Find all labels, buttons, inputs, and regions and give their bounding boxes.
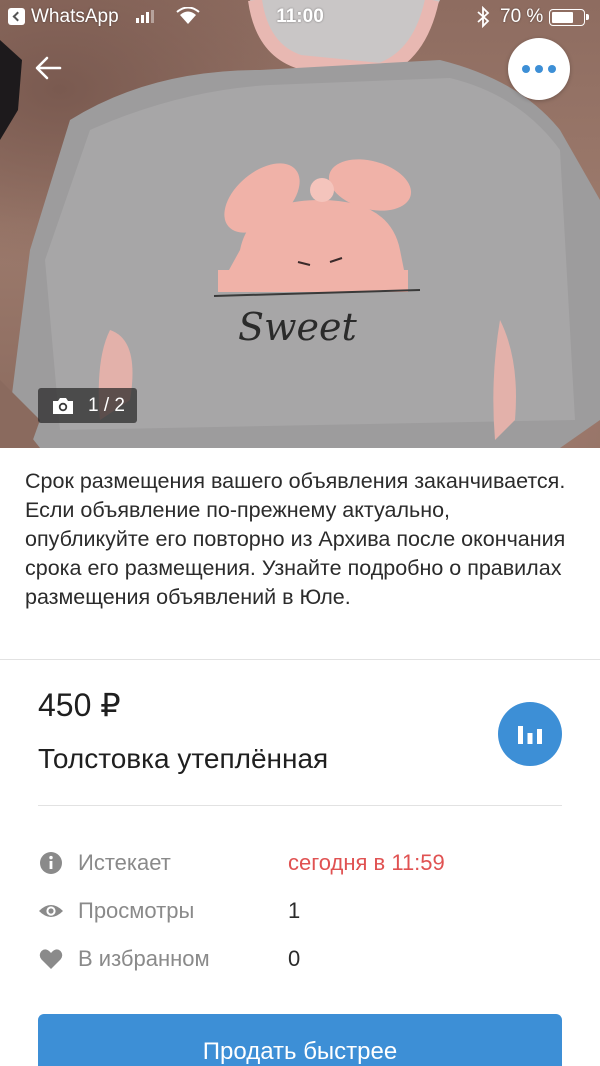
photo-counter: 1 / 2: [38, 388, 137, 423]
battery-percent: 70 %: [500, 6, 544, 27]
bar-chart-icon: [518, 726, 542, 744]
more-options-button[interactable]: [508, 38, 570, 100]
more-dot-icon: [548, 65, 556, 73]
info-icon: [40, 852, 62, 874]
views-label: Просмотры: [78, 898, 195, 923]
heart-icon: [39, 949, 63, 969]
photo-counter-text: 1 / 2: [88, 394, 125, 416]
divider: [38, 805, 562, 806]
product-title: Толстовка утеплённая: [38, 743, 329, 774]
favorites-value: 0: [288, 946, 301, 971]
divider: [0, 659, 600, 660]
camera-icon: [53, 397, 73, 414]
more-dot-icon: [522, 65, 530, 73]
info-row-views: Просмотры 1: [38, 896, 562, 926]
battery-icon: [549, 9, 589, 26]
expires-label: Истекает: [78, 850, 171, 875]
svg-text:Sweet: Sweet: [238, 305, 358, 349]
status-bar: WhatsApp 11:00 70 %: [0, 0, 600, 34]
statistics-button[interactable]: [498, 702, 562, 766]
views-value: 1: [288, 898, 301, 923]
product-price: 450 ₽: [38, 687, 121, 723]
info-row-favorites: В избранном 0: [38, 944, 562, 974]
sell-faster-button[interactable]: Продать быстрее: [38, 1014, 562, 1066]
info-row-expires: Истекает сегодня в 11:59: [38, 848, 562, 878]
expires-value: сегодня в 11:59: [288, 850, 445, 875]
expiration-notice: Срок размещения вашего объявления заканч…: [25, 469, 566, 609]
more-dot-icon: [535, 65, 543, 73]
product-photo[interactable]: Sweet WhatsApp 11:00 70 % 1 / 2: [0, 0, 600, 448]
eye-icon: [39, 905, 63, 917]
bluetooth-icon: [477, 6, 490, 28]
favorites-label: В избранном: [78, 946, 210, 971]
back-arrow-icon[interactable]: [30, 50, 66, 86]
